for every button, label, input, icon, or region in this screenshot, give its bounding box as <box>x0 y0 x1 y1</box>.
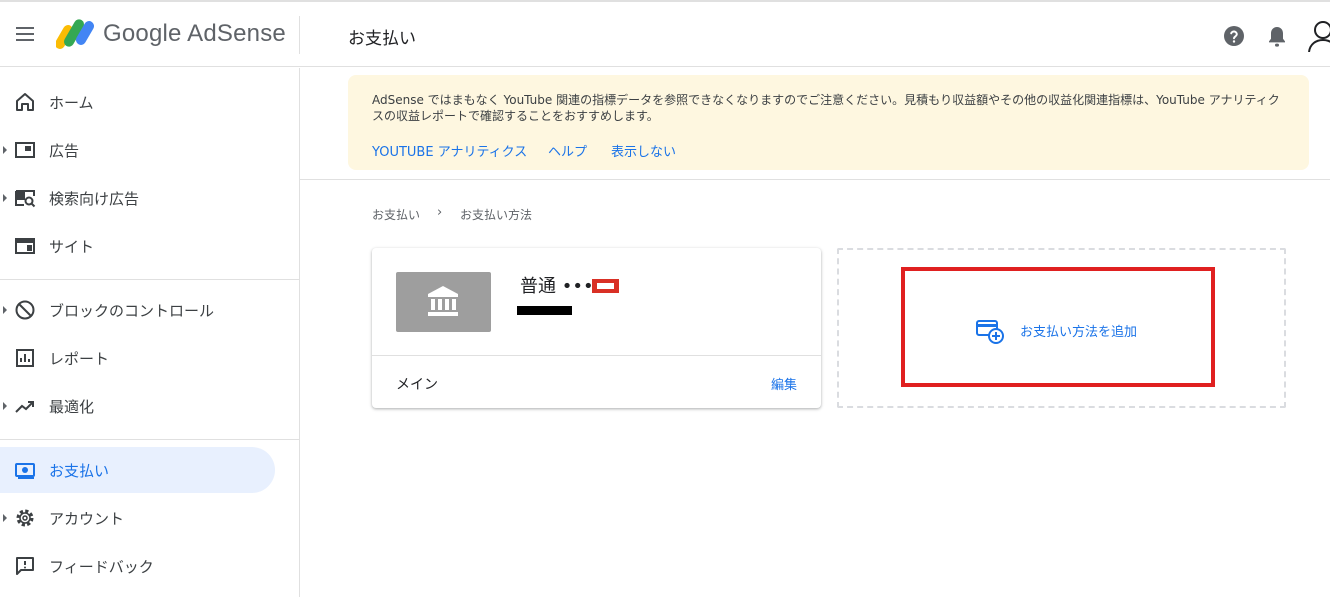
redacted-bank-detail <box>517 306 572 315</box>
content-divider <box>300 179 1330 180</box>
payment-method-card: 普通 •••• メイン 編集 <box>372 248 821 408</box>
avatar[interactable] <box>1306 18 1330 52</box>
payments-icon <box>15 463 35 479</box>
sidebar-item-label: サイト <box>49 238 95 256</box>
youtube-analytics-link[interactable]: YOUTUBE アナリティクス <box>372 141 527 160</box>
primary-label: メイン <box>396 377 438 393</box>
menu-icon[interactable] <box>14 24 38 44</box>
sidebar-item-search-ads[interactable]: 検索向け広告 <box>0 175 275 221</box>
nav-divider <box>0 279 300 280</box>
sidebar-item-reports[interactable]: レポート <box>0 335 275 381</box>
ads-icon <box>15 142 35 158</box>
sidebar-item-ads[interactable]: 広告 <box>0 127 275 173</box>
sidebar-item-label: ブロックのコントロール <box>49 302 215 320</box>
reports-icon <box>16 349 34 367</box>
brand-name[interactable]: Google AdSense <box>103 20 286 48</box>
expand-caret-icon[interactable] <box>3 514 7 522</box>
expand-caret-icon[interactable] <box>3 402 7 410</box>
sidebar-item-sites[interactable]: サイト <box>0 223 275 269</box>
redacted-account-number <box>592 279 619 293</box>
banner-message: AdSense ではまもなく YouTube 関連の指標データを参照できなくなり… <box>372 93 1280 123</box>
sidebar-item-label: 検索向け広告 <box>49 190 140 208</box>
bell-icon[interactable] <box>1266 25 1288 49</box>
sidebar-item-payments[interactable]: お支払い <box>0 447 275 493</box>
sidebar-item-optimization[interactable]: 最適化 <box>0 383 275 429</box>
expand-caret-icon[interactable] <box>3 194 7 202</box>
sites-icon <box>15 238 35 254</box>
help-link[interactable]: ヘルプ <box>548 141 587 160</box>
add-card-icon <box>976 320 1004 344</box>
bank-icon <box>428 286 458 316</box>
add-payment-method-label: お支払い方法を追加 <box>1020 325 1138 340</box>
breadcrumb-separator: › <box>437 205 443 220</box>
expand-caret-icon[interactable] <box>3 306 7 314</box>
add-payment-method-button[interactable]: お支払い方法を追加 <box>975 316 1175 344</box>
sidebar-item-label: ホーム <box>49 94 94 112</box>
sidebar: ホーム 広告 検索向け広告 サイト ブロックのコントロール レポート 最適化 お… <box>0 68 300 597</box>
brand-divider <box>299 16 300 54</box>
expand-caret-icon[interactable] <box>3 146 7 154</box>
card-divider <box>372 355 821 356</box>
page-title: お支払い <box>348 29 416 49</box>
trending-up-icon <box>15 401 34 413</box>
dismiss-link[interactable]: 表示しない <box>611 141 676 160</box>
sidebar-item-label: アカウント <box>49 510 125 528</box>
youtube-notice-banner: AdSense ではまもなく YouTube 関連の指標データを参照できなくなり… <box>348 75 1309 170</box>
gear-icon <box>16 509 34 527</box>
home-icon <box>16 93 34 111</box>
top-app-bar: Google AdSense お支払い <box>0 2 1330 67</box>
sidebar-item-label: レポート <box>49 350 110 368</box>
edit-payment-button[interactable]: 編集 <box>771 374 797 393</box>
breadcrumb-payment-methods: お支払い方法 <box>460 208 533 222</box>
sidebar-item-label: 最適化 <box>49 398 95 416</box>
sidebar-item-blocking-controls[interactable]: ブロックのコントロール <box>0 287 275 333</box>
sidebar-item-feedback[interactable]: フィードバック <box>0 543 275 589</box>
feedback-icon <box>16 557 34 575</box>
sidebar-item-account[interactable]: アカウント <box>0 495 275 541</box>
help-icon[interactable] <box>1222 24 1246 48</box>
search-ads-icon <box>15 190 36 208</box>
sidebar-item-label: フィードバック <box>49 558 154 576</box>
block-icon <box>15 300 35 320</box>
adsense-logo <box>56 19 94 49</box>
sidebar-item-home[interactable]: ホーム <box>0 79 275 125</box>
nav-divider <box>0 439 300 440</box>
bank-thumbnail <box>396 272 491 332</box>
sidebar-item-label: お支払い <box>49 462 110 480</box>
sidebar-item-label: 広告 <box>49 142 80 160</box>
breadcrumb-payments[interactable]: お支払い <box>372 206 420 223</box>
